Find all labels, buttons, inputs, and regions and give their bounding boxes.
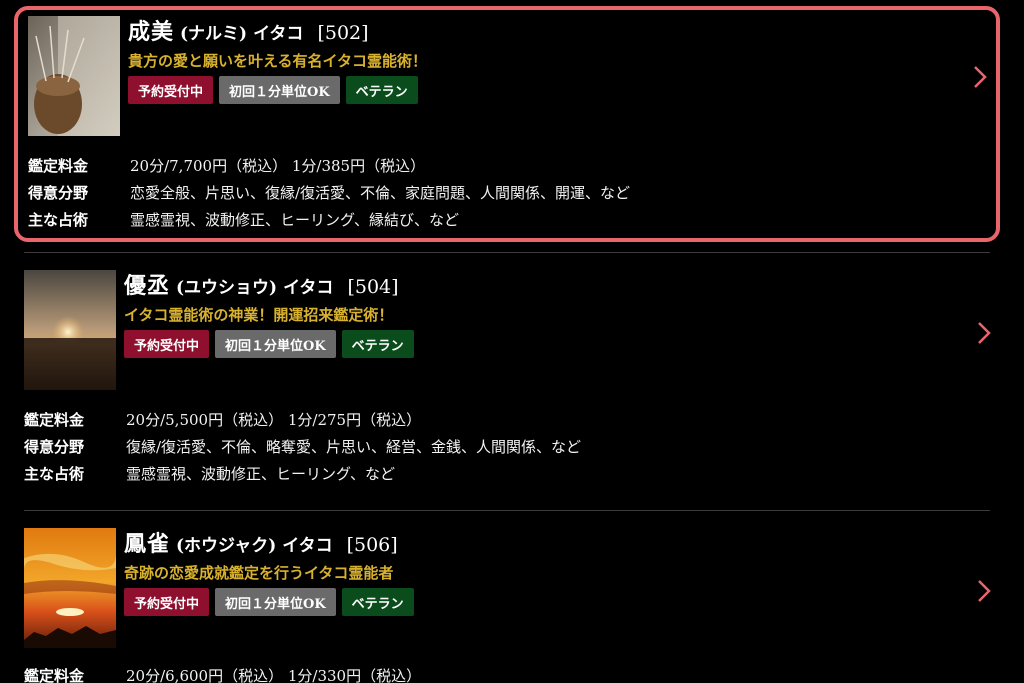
badge-reservation: 予約受付中 bbox=[128, 76, 214, 104]
divider bbox=[24, 510, 990, 511]
teller-tagline: 貴方の愛と願いを叶える有名イタコ霊能術！ bbox=[128, 52, 427, 70]
profile-photo bbox=[24, 270, 116, 390]
specialty-value: 復縁/復活愛、不倫、略奪愛、片思い、経営、金銭、人間関係、など bbox=[126, 438, 582, 456]
teller-reading: (ホウジャク) bbox=[176, 536, 277, 556]
badge-reservation: 予約受付中 bbox=[124, 330, 210, 358]
teller-name: 成美 bbox=[128, 19, 175, 45]
detail-row-specialty: 得意分野 復縁/復活愛、不倫、略奪愛、片思い、経営、金銭、人間関係、など bbox=[24, 433, 960, 460]
detail-row-specialty: 得意分野 恋愛全般、片思い、復縁/復活愛、不倫、家庭問題、人間関係、開運、など bbox=[28, 179, 956, 206]
badge-veteran: ベテラン bbox=[341, 330, 414, 358]
chevron-right-icon[interactable] bbox=[974, 320, 994, 346]
detail-label: 主な占術 bbox=[28, 211, 89, 229]
detail-row-fee: 鑑定料金 20分/5,500円（税込） 1分/275円（税込） bbox=[24, 406, 960, 433]
fortune-teller-card[interactable]: 鳳雀 (ホウジャク) イタコ [506] 奇跡の恋愛成就鑑定を行うイタコ霊能者 … bbox=[14, 522, 1000, 683]
divider bbox=[24, 252, 990, 253]
teller-name: 鳳雀 bbox=[124, 531, 171, 557]
detail-row-fee: 鑑定料金 20分/6,600円（税込） 1分/330円（税込） bbox=[24, 662, 960, 683]
teller-code: [504] bbox=[347, 276, 399, 298]
detail-row-fee: 鑑定料金 20分/7,700円（税込） 1分/385円（税込） bbox=[28, 152, 956, 179]
teller-code: [506] bbox=[346, 534, 398, 556]
teller-reading: (ナルミ) bbox=[180, 24, 248, 44]
method-value: 霊感霊視、波動修正、ヒーリング、など bbox=[126, 465, 395, 483]
badge-first-minute: 初回１分単位OK bbox=[219, 76, 340, 104]
fee-value: 20分/5,500円（税込） 1分/275円（税込） bbox=[126, 411, 422, 429]
teller-category: イタコ bbox=[283, 278, 334, 298]
teller-category: イタコ bbox=[253, 24, 304, 44]
detail-label: 主な占術 bbox=[24, 465, 85, 483]
badge-reservation: 予約受付中 bbox=[124, 588, 210, 616]
specialty-value: 恋愛全般、片思い、復縁/復活愛、不倫、家庭問題、人間関係、開運、など bbox=[130, 184, 631, 202]
detail-label: 鑑定料金 bbox=[28, 157, 89, 175]
fee-value: 20分/6,600円（税込） 1分/330円（税込） bbox=[126, 667, 422, 683]
teller-code: [502] bbox=[317, 22, 369, 44]
teller-reading: (ユウショウ) bbox=[176, 278, 278, 298]
teller-name: 優丞 bbox=[124, 273, 171, 299]
badge-first-minute: 初回１分単位OK bbox=[215, 330, 336, 358]
badge-first-minute: 初回１分単位OK bbox=[215, 588, 336, 616]
chevron-right-icon[interactable] bbox=[970, 64, 990, 90]
teller-tagline: 奇跡の恋愛成就鑑定を行うイタコ霊能者 bbox=[124, 564, 394, 582]
detail-row-method: 主な占術 霊感霊視、波動修正、ヒーリング、など bbox=[24, 460, 960, 487]
chevron-right-icon[interactable] bbox=[974, 578, 994, 604]
fee-value: 20分/7,700円（税込） 1分/385円（税込） bbox=[130, 157, 426, 175]
teller-tagline: イタコ霊能術の神業！開運招来鑑定術！ bbox=[124, 306, 394, 324]
profile-photo bbox=[28, 16, 120, 136]
fortune-teller-card[interactable]: 優丞 (ユウショウ) イタコ [504] イタコ霊能術の神業！開運招来鑑定術！ … bbox=[14, 264, 1000, 504]
badge-veteran: ベテラン bbox=[345, 76, 418, 104]
detail-label: 鑑定料金 bbox=[24, 667, 85, 683]
badge-veteran: ベテラン bbox=[341, 588, 414, 616]
detail-label: 鑑定料金 bbox=[24, 411, 85, 429]
detail-row-method: 主な占術 霊感霊視、波動修正、ヒーリング、縁結び、など bbox=[28, 206, 956, 233]
teller-category: イタコ bbox=[282, 536, 333, 556]
fortune-teller-card[interactable]: 成美 (ナルミ) イタコ [502] 貴方の愛と願いを叶える有名イタコ霊能術！ … bbox=[14, 6, 1000, 242]
method-value: 霊感霊視、波動修正、ヒーリング、縁結び、など bbox=[130, 211, 459, 229]
profile-photo bbox=[24, 528, 116, 648]
detail-label: 得意分野 bbox=[28, 184, 89, 202]
detail-label: 得意分野 bbox=[24, 438, 85, 456]
